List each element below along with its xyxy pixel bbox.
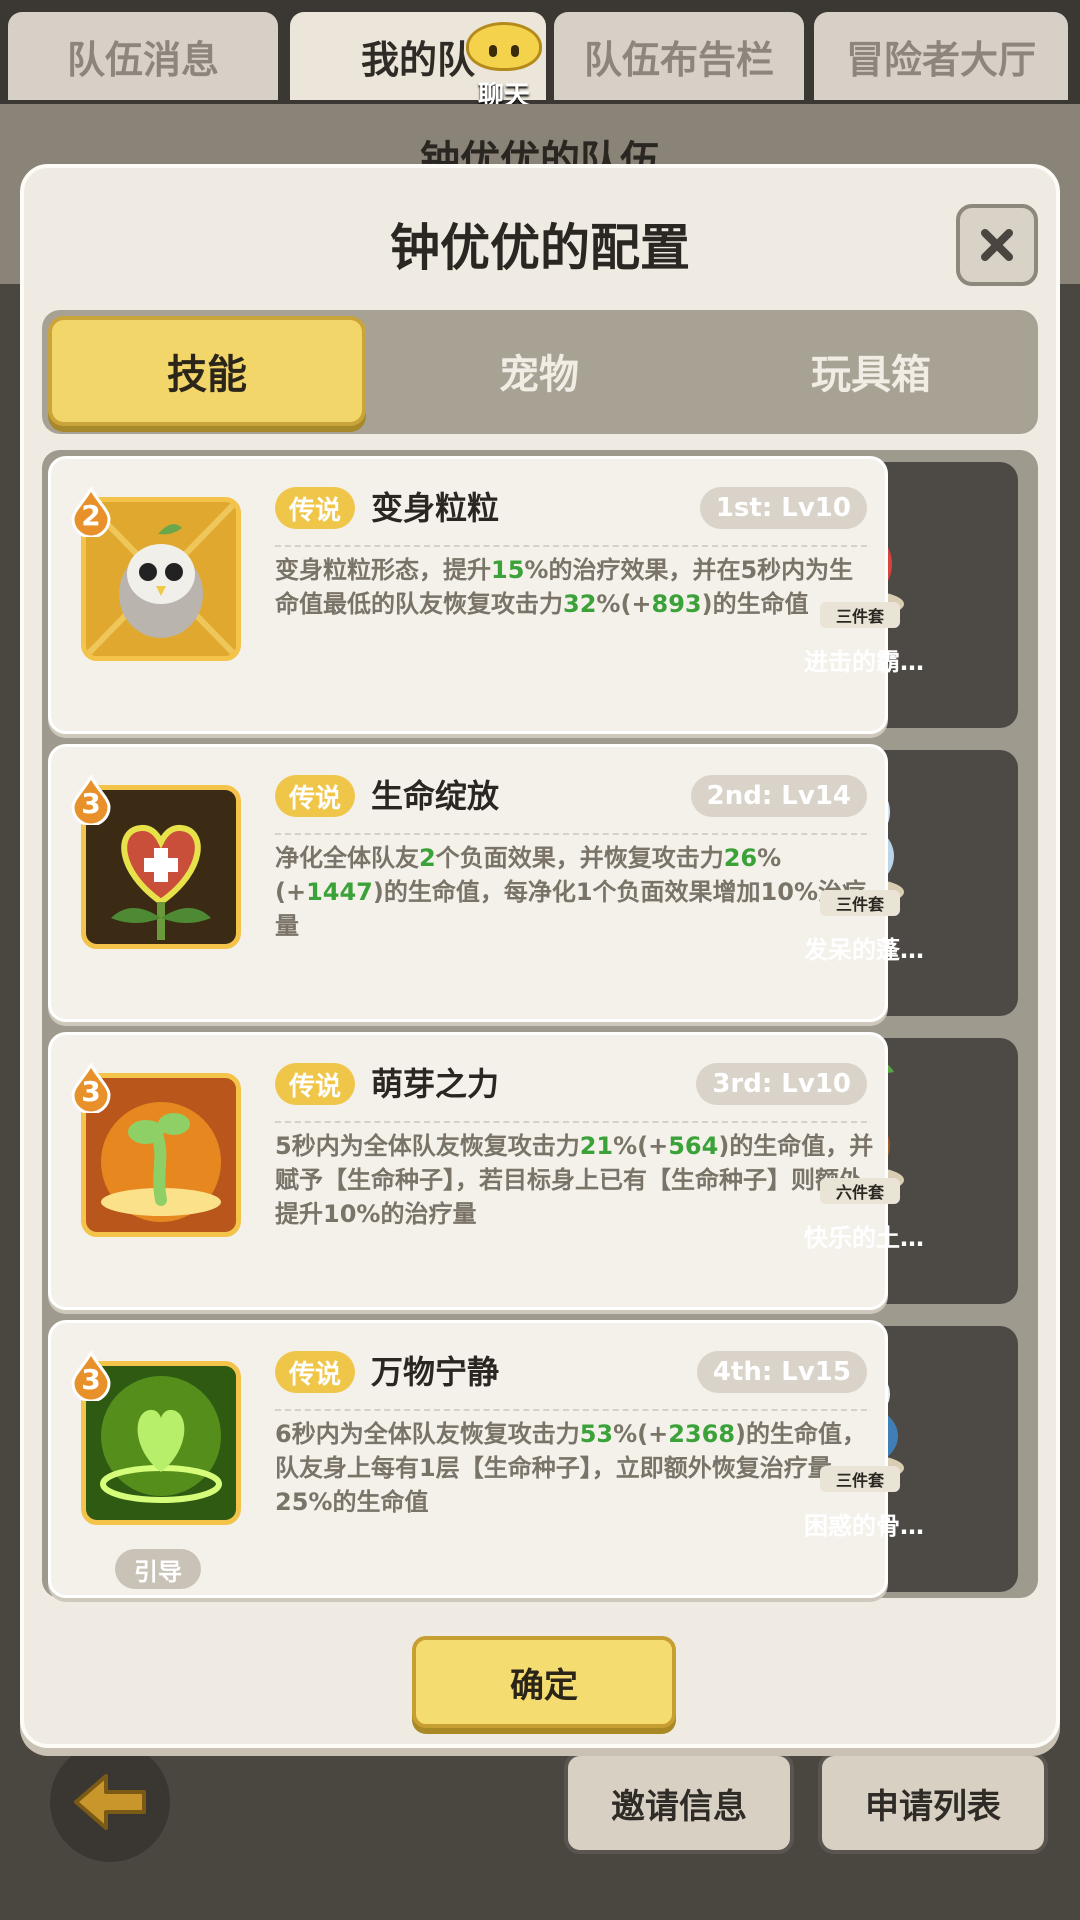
- skill-row: 3 传说 生命绽放 2nd: Lv14 净化全体队友2个负面效果，并恢复攻击力2…: [48, 744, 1032, 1022]
- tab-toybox[interactable]: 玩具箱: [712, 316, 1030, 426]
- pet-set-badge: 三件套: [820, 602, 900, 628]
- back-arrow-icon: [74, 1774, 146, 1830]
- config-modal: 钟优优的配置 技能 宠物 玩具箱 2 传说 变身粒粒 1st: Lv10 变身粒…: [20, 164, 1060, 1748]
- pet-name: 快乐的土…: [804, 1224, 924, 1252]
- chat-face-icon: [466, 22, 542, 71]
- rarity-badge: 传说: [275, 1063, 356, 1105]
- pet-name: 进击的霸…: [804, 648, 924, 676]
- skill-level: 3rd: Lv10: [696, 1063, 867, 1105]
- skill-row: 3 传说 萌芽之力 3rd: Lv10 5秒内为全体队友恢复攻击力21%(+56…: [48, 1032, 1032, 1310]
- confirm-button[interactable]: 确定: [412, 1636, 676, 1728]
- skill-card[interactable]: 3 传说 萌芽之力 3rd: Lv10 5秒内为全体队友恢复攻击力21%(+56…: [48, 1032, 888, 1310]
- skill-description: 5秒内为全体队友恢复攻击力21%(+564)的生命值，并赋予【生命种子】，若目标…: [275, 1132, 874, 1228]
- invite-info-button[interactable]: 邀请信息: [564, 1752, 794, 1854]
- skill-description: 6秒内为全体队友恢复攻击力53%(+2368)的生命值，队友身上每有1层【生命种…: [275, 1420, 866, 1516]
- pet-name: 发呆的蓬…: [804, 936, 924, 964]
- pet-set-badge: 六件套: [820, 1178, 900, 1204]
- divider: [275, 1121, 867, 1123]
- pet-set-badge: 三件套: [820, 890, 900, 916]
- skill-level: 2nd: Lv14: [690, 775, 867, 817]
- skill-card[interactable]: 2 传说 变身粒粒 1st: Lv10 变身粒粒形态，提升15%的治疗效果，并在…: [48, 456, 888, 734]
- skill-name: 生命绽放: [371, 777, 500, 815]
- modal-tab-bar: 技能 宠物 玩具箱: [42, 310, 1038, 434]
- skill-level: 4th: Lv15: [696, 1351, 867, 1393]
- skill-name: 万物宁静: [371, 1353, 500, 1391]
- rarity-badge: 传说: [275, 487, 356, 529]
- tier-number: 3: [81, 1363, 101, 1396]
- rarity-badge: 传说: [275, 775, 356, 817]
- pet-name: 困惑的骨…: [804, 1512, 924, 1540]
- skill-description: 变身粒粒形态，提升15%的治疗效果，并在5秒内为生命值最低的队友恢复攻击力32%…: [275, 556, 854, 618]
- skill-list: 2 传说 变身粒粒 1st: Lv10 变身粒粒形态，提升15%的治疗效果，并在…: [42, 450, 1038, 1598]
- tab-team-board[interactable]: 队伍布告栏: [554, 12, 804, 100]
- pet-set-badge: 三件套: [820, 1466, 900, 1492]
- rarity-badge: 传说: [275, 1351, 356, 1393]
- divider: [275, 833, 867, 835]
- skill-row: 2 传说 变身粒粒 1st: Lv10 变身粒粒形态，提升15%的治疗效果，并在…: [48, 456, 1032, 734]
- chat-button[interactable]: 聊天: [452, 8, 556, 112]
- skill-card[interactable]: 3 引导 传说 万物宁静 4th: Lv15 6秒内为全体队友恢复攻击力53%(…: [48, 1320, 888, 1598]
- close-icon: [981, 229, 1013, 261]
- skill-description: 净化全体队友2个负面效果，并恢复攻击力26%(+1447)的生命值，每净化1个负…: [275, 844, 866, 940]
- modal-title: 钟优优的配置: [390, 219, 690, 277]
- back-button[interactable]: [50, 1742, 170, 1862]
- divider: [275, 1409, 867, 1411]
- tab-team-messages[interactable]: 队伍消息: [8, 12, 278, 100]
- skill-name: 变身粒粒: [371, 489, 500, 527]
- tab-adventurer-hall[interactable]: 冒险者大厅: [814, 12, 1068, 100]
- skill-row: 3 引导 传说 万物宁静 4th: Lv15 6秒内为全体队友恢复攻击力53%(…: [48, 1320, 1032, 1598]
- tab-skills[interactable]: 技能: [48, 316, 366, 426]
- skill-name: 萌芽之力: [371, 1065, 500, 1103]
- apply-list-button[interactable]: 申请列表: [818, 1752, 1048, 1854]
- tier-number: 3: [81, 787, 101, 820]
- skill-card[interactable]: 3 传说 生命绽放 2nd: Lv14 净化全体队友2个负面效果，并恢复攻击力2…: [48, 744, 888, 1022]
- tier-number: 2: [81, 499, 101, 532]
- channel-badge: 引导: [115, 1549, 201, 1589]
- divider: [275, 545, 867, 547]
- skill-level: 1st: Lv10: [699, 487, 867, 529]
- tier-number: 3: [81, 1075, 101, 1108]
- tab-pets[interactable]: 宠物: [380, 316, 698, 426]
- close-button[interactable]: [956, 204, 1038, 286]
